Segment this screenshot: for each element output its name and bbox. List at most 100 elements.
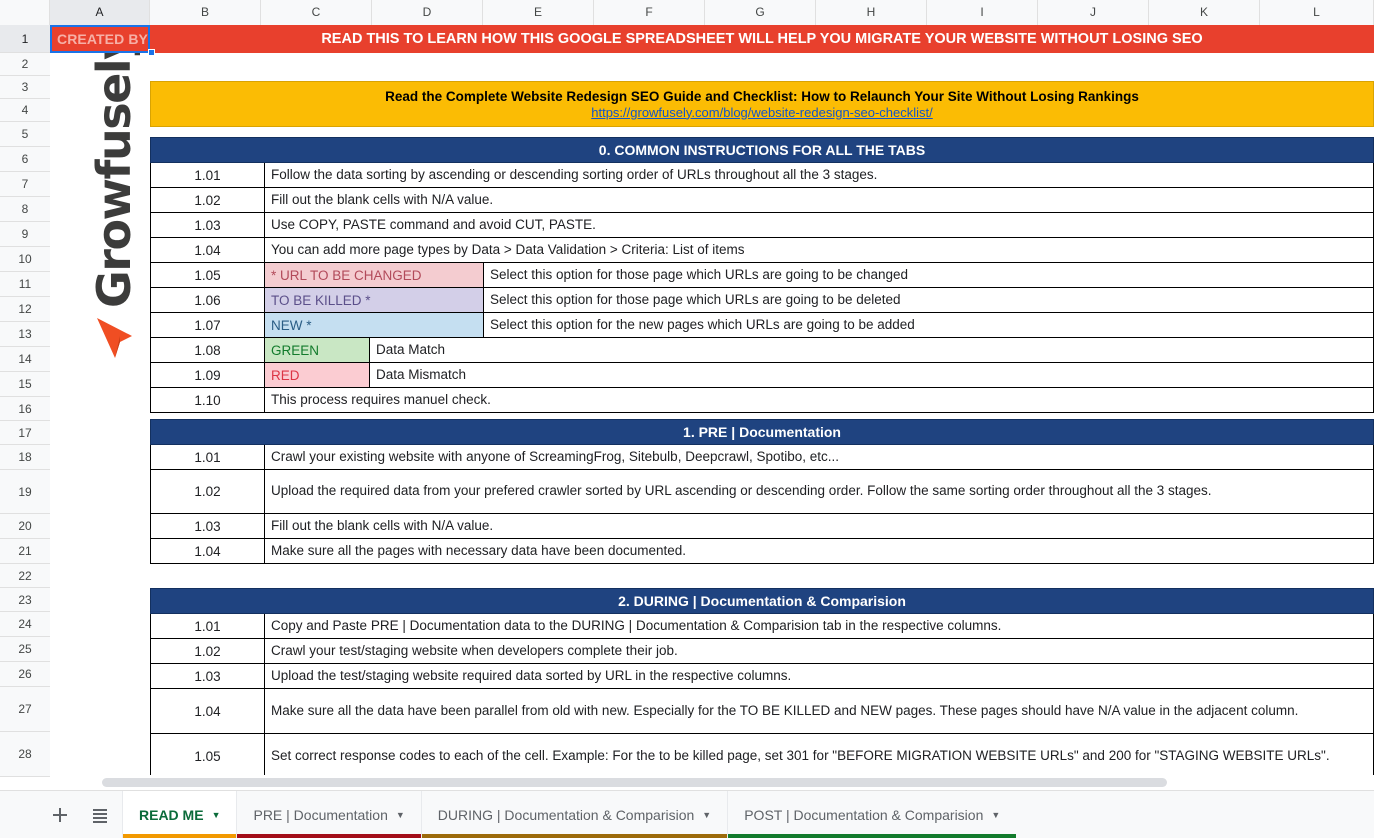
row-text: Crawl your test/staging website when dev… <box>271 642 678 658</box>
row-header-16[interactable]: 16 <box>0 397 50 421</box>
tab-accent-bar <box>237 834 421 838</box>
column-header-f[interactable]: F <box>594 0 705 25</box>
column-header-a[interactable]: A <box>50 0 150 25</box>
column-header-i[interactable]: I <box>927 0 1038 25</box>
section-common-instructions: 0. COMMON INSTRUCTIONS FOR ALL THE TABS … <box>150 137 1374 413</box>
row-header-18[interactable]: 18 <box>0 445 50 470</box>
column-header-g[interactable]: G <box>705 0 816 25</box>
column-header-c[interactable]: C <box>261 0 372 25</box>
row-header-24[interactable]: 24 <box>0 612 50 637</box>
table-row: 1.04 Make sure all the data have been pa… <box>150 689 1374 734</box>
column-header-l[interactable]: L <box>1260 0 1374 25</box>
row-text: Select this option for those page which … <box>490 291 901 307</box>
row-header-15[interactable]: 15 <box>0 372 50 397</box>
table-row: 1.08 GREEN Data Match <box>150 338 1374 363</box>
row-text: Copy and Paste PRE | Documentation data … <box>271 617 1002 633</box>
row-number: 1.09 <box>151 363 265 387</box>
row-number: 1.04 <box>151 539 265 563</box>
page-type-swatch-to-be-killed[interactable]: TO BE KILLED * <box>265 288 484 312</box>
table-row: 1.03 Fill out the blank cells with N/A v… <box>150 514 1374 539</box>
page-type-swatch-url-changed[interactable]: * URL TO BE CHANGED <box>265 263 484 287</box>
row-header-26[interactable]: 26 <box>0 662 50 687</box>
row-text: Upload the required data from your prefe… <box>271 483 1212 499</box>
column-header-j[interactable]: J <box>1038 0 1149 25</box>
sheet-tab-during-documentation[interactable]: DURING | Documentation & Comparision ▼ <box>420 791 728 838</box>
hamburger-icon <box>93 808 107 823</box>
row-header-19[interactable]: 19 <box>0 470 50 514</box>
chevron-down-icon[interactable]: ▼ <box>991 810 1000 820</box>
table-row: 1.01 Follow the data sorting by ascendin… <box>150 163 1374 188</box>
sheet-tab-label: READ ME <box>139 806 204 823</box>
table-row: 1.04 Make sure all the pages with necess… <box>150 539 1374 564</box>
row-header-8[interactable]: 8 <box>0 197 50 222</box>
row-header-11[interactable]: 11 <box>0 272 50 297</box>
row-number: 1.01 <box>151 614 265 638</box>
table-row: 1.02 Crawl your test/staging website whe… <box>150 639 1374 664</box>
table-row: 1.06 TO BE KILLED * Select this option f… <box>150 288 1374 313</box>
row-text: Upload the test/staging website required… <box>271 667 792 683</box>
selection-fill-handle[interactable] <box>148 49 155 56</box>
plus-icon <box>53 807 67 822</box>
section-title-0: 0. COMMON INSTRUCTIONS FOR ALL THE TABS <box>150 137 1374 163</box>
sheet-tab-label: POST | Documentation & Comparision <box>744 806 984 823</box>
row-header-5[interactable]: 5 <box>0 122 50 147</box>
add-sheet-button[interactable] <box>42 791 78 838</box>
chevron-down-icon[interactable]: ▼ <box>702 810 711 820</box>
row-header-22[interactable]: 22 <box>0 564 50 588</box>
row-header-4[interactable]: 4 <box>0 99 50 122</box>
grid-canvas: CREATED BY READ THIS TO LEARN HOW THIS G… <box>50 25 1374 775</box>
tab-accent-bar <box>728 834 1017 838</box>
row-header-17[interactable]: 17 <box>0 421 50 445</box>
column-header-d[interactable]: D <box>372 0 483 25</box>
all-sheets-button[interactable] <box>78 791 122 838</box>
row-header-14[interactable]: 14 <box>0 347 50 372</box>
section-during-documentation: 2. DURING | Documentation & Comparision … <box>150 588 1374 775</box>
row-text: Follow the data sorting by ascending or … <box>271 166 878 182</box>
created-by-cell[interactable]: CREATED BY <box>50 25 150 53</box>
row-header-10[interactable]: 10 <box>0 247 50 272</box>
row-header-2[interactable]: 2 <box>0 53 50 76</box>
column-header-row: A B C D E F G H I J K L <box>0 0 1374 25</box>
column-header-b[interactable]: B <box>150 0 261 25</box>
row-header-27[interactable]: 27 <box>0 687 50 732</box>
row-header-7[interactable]: 7 <box>0 172 50 197</box>
table-row: 1.09 RED Data Mismatch <box>150 363 1374 388</box>
section-title-1: 1. PRE | Documentation <box>150 419 1374 445</box>
select-all-corner[interactable] <box>0 0 50 25</box>
horizontal-scrollbar-thumb[interactable] <box>102 778 1167 787</box>
row-header-21[interactable]: 21 <box>0 539 50 564</box>
row-header-6[interactable]: 6 <box>0 147 50 172</box>
row-text: Data Mismatch <box>376 366 467 382</box>
table-row: 1.04 You can add more page types by Data… <box>150 238 1374 263</box>
chevron-down-icon[interactable]: ▼ <box>396 810 405 820</box>
row-header-28[interactable]: 28 <box>0 732 50 777</box>
row-header-12[interactable]: 12 <box>0 297 50 322</box>
row-number: 1.03 <box>151 213 265 237</box>
column-header-k[interactable]: K <box>1149 0 1260 25</box>
column-header-e[interactable]: E <box>483 0 594 25</box>
sheet-tab-pre-documentation[interactable]: PRE | Documentation ▼ <box>236 791 421 838</box>
row-header-13[interactable]: 13 <box>0 322 50 347</box>
sheet-tab-read-me[interactable]: READ ME ▼ <box>122 791 237 838</box>
row-header-25[interactable]: 25 <box>0 637 50 662</box>
tab-accent-bar <box>123 834 237 838</box>
row-text: Crawl your existing website with anyone … <box>271 448 840 464</box>
row-header-23[interactable]: 23 <box>0 588 50 612</box>
table-row: 1.02 Fill out the blank cells with N/A v… <box>150 188 1374 213</box>
row-header-20[interactable]: 20 <box>0 514 50 539</box>
guide-link[interactable]: https://growfusely.com/blog/website-rede… <box>591 105 933 120</box>
row-header-9[interactable]: 9 <box>0 222 50 247</box>
row-number: 1.07 <box>151 313 265 337</box>
column-header-h[interactable]: H <box>816 0 927 25</box>
row-text: This process requires manuel check. <box>271 391 491 407</box>
row-number: 1.05 <box>151 263 265 287</box>
row-header-1[interactable]: 1 <box>0 25 50 53</box>
row-text: Set correct response codes to each of th… <box>271 747 1330 763</box>
row-header-3[interactable]: 3 <box>0 76 50 99</box>
row-number: 1.05 <box>151 734 265 775</box>
row-text: Fill out the blank cells with N/A value. <box>271 517 494 533</box>
page-type-swatch-new[interactable]: NEW * <box>265 313 484 337</box>
row-number: 1.06 <box>151 288 265 312</box>
chevron-down-icon[interactable]: ▼ <box>212 810 221 820</box>
sheet-tab-post-documentation[interactable]: POST | Documentation & Comparision ▼ <box>727 791 1017 838</box>
